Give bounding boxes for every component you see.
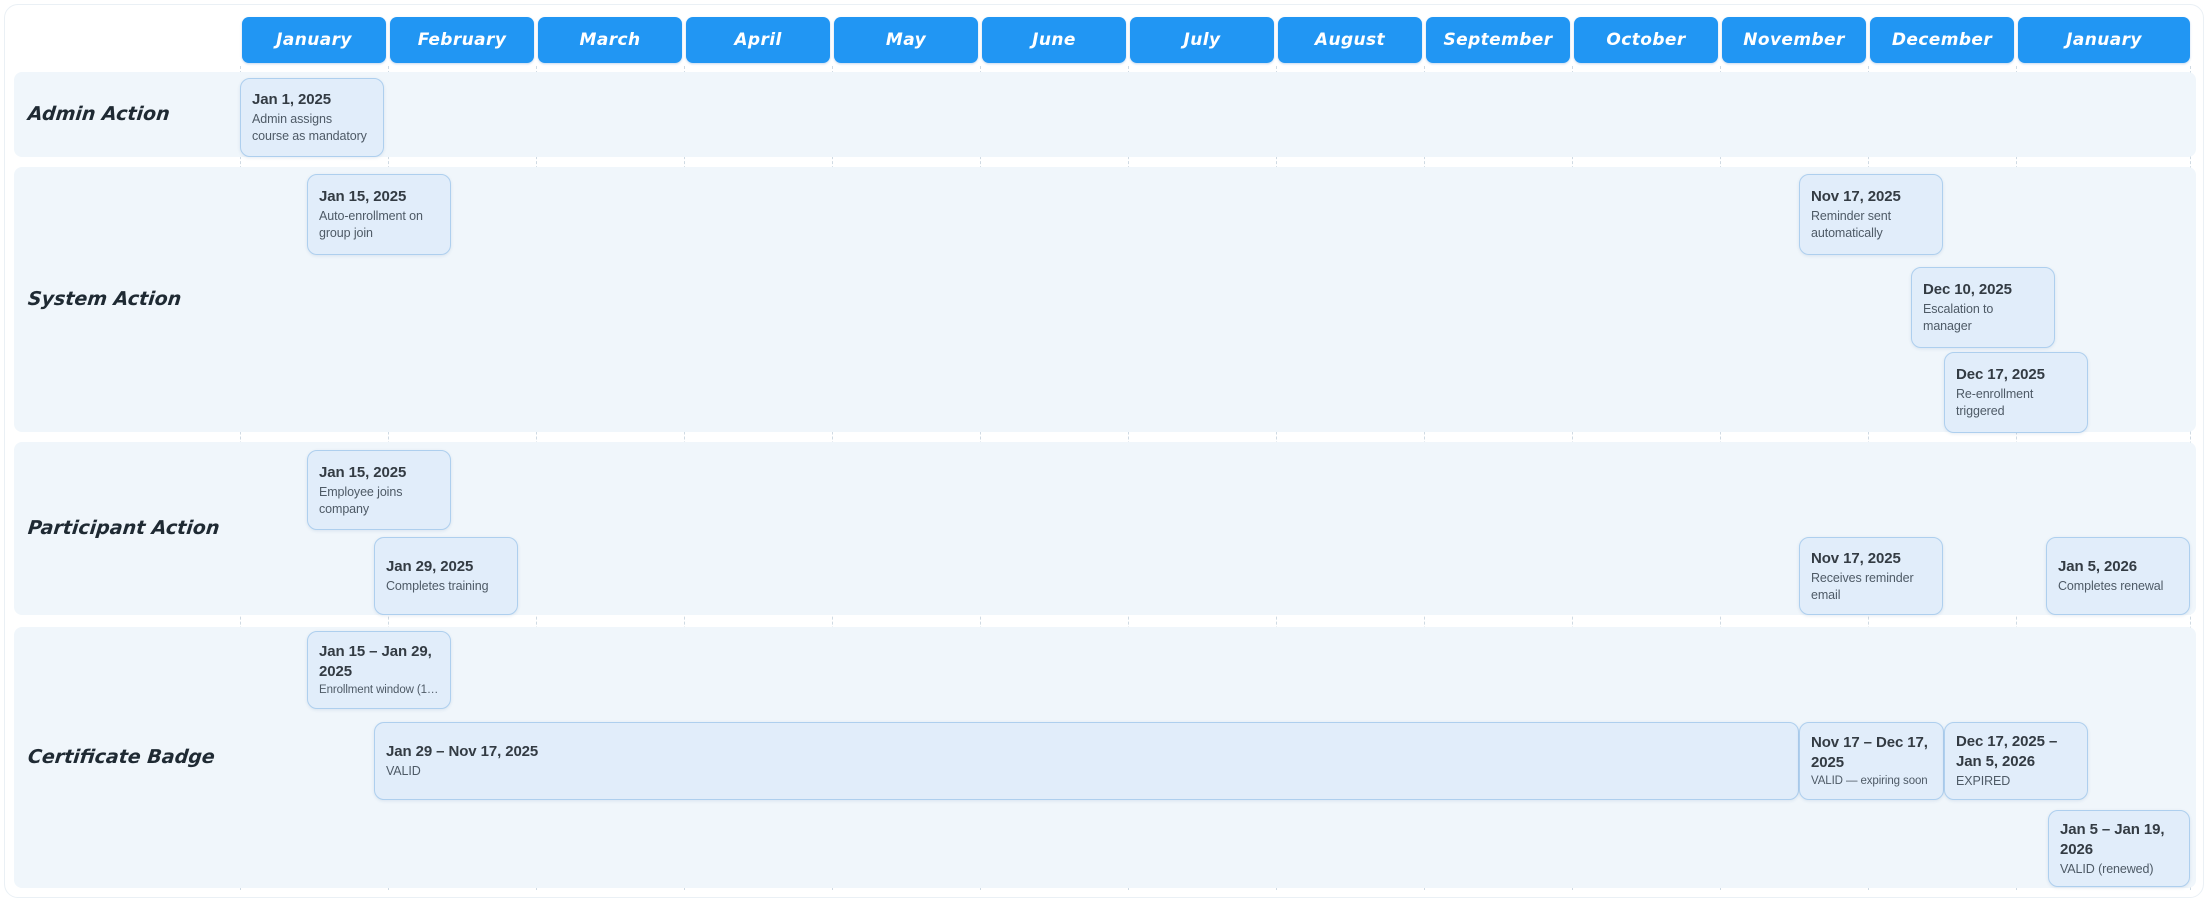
event-description: VALID — expiring soon xyxy=(1811,774,1932,789)
event-date: Dec 17, 2025 – Jan 5, 2026 xyxy=(1956,732,2076,772)
lane-label: Certificate Badge xyxy=(27,746,216,768)
event-card[interactable]: Jan 29 – Nov 17, 2025VALID xyxy=(374,722,1799,800)
event-date: Nov 17, 2025 xyxy=(1811,187,1931,207)
event-card[interactable]: Nov 17, 2025Receives reminder email xyxy=(1799,537,1943,615)
event-description: VALID (renewed) xyxy=(2060,861,2178,878)
event-date: Dec 17, 2025 xyxy=(1956,365,2076,385)
event-card[interactable]: Dec 17, 2025 – Jan 5, 2026EXPIRED xyxy=(1944,722,2088,800)
event-card[interactable]: Jan 5, 2026Completes renewal xyxy=(2046,537,2190,615)
event-date: Nov 17 – Dec 17, 2025 xyxy=(1811,733,1932,773)
event-date: Dec 10, 2025 xyxy=(1923,280,2043,300)
month-header: November xyxy=(1722,17,1866,63)
event-card[interactable]: Jan 29, 2025Completes training xyxy=(374,537,518,615)
month-header: August xyxy=(1278,17,1422,63)
event-date: Jan 29, 2025 xyxy=(386,557,506,577)
month-header: July xyxy=(1130,17,1274,63)
month-header: February xyxy=(390,17,534,63)
month-header: October xyxy=(1574,17,1718,63)
event-date: Jan 29 – Nov 17, 2025 xyxy=(386,742,1787,762)
event-date: Jan 15 – Jan 29, 2025 xyxy=(319,642,439,682)
month-header: January xyxy=(2018,17,2190,63)
event-date: Jan 15, 2025 xyxy=(319,187,439,207)
lane-label: System Action xyxy=(27,288,183,310)
lane-label: Participant Action xyxy=(27,517,221,539)
event-description: Completes renewal xyxy=(2058,578,2178,595)
event-card[interactable]: Dec 10, 2025Escalation to manager xyxy=(1911,267,2055,348)
event-description: EXPIRED xyxy=(1956,773,2076,790)
event-description: Receives reminder email xyxy=(1811,570,1931,604)
month-header: September xyxy=(1426,17,1570,63)
lane-label: Admin Action xyxy=(27,103,171,125)
event-card[interactable]: Nov 17, 2025Reminder sent automatically xyxy=(1799,174,1943,255)
event-card[interactable]: Jan 15, 2025Auto-enrollment on group joi… xyxy=(307,174,451,255)
event-date: Jan 5 – Jan 19, 2026 xyxy=(2060,820,2178,860)
event-date: Jan 15, 2025 xyxy=(319,463,439,483)
event-description: Auto-enrollment on group join xyxy=(319,208,439,242)
event-description: Completes training xyxy=(386,578,506,595)
month-header: April xyxy=(686,17,830,63)
event-card[interactable]: Dec 17, 2025Re-enrollment triggered xyxy=(1944,352,2088,433)
event-date: Jan 5, 2026 xyxy=(2058,557,2178,577)
event-description: Employee joins company xyxy=(319,484,439,518)
event-date: Nov 17, 2025 xyxy=(1811,549,1931,569)
event-card[interactable]: Jan 1, 2025Admin assigns course as manda… xyxy=(240,78,384,157)
event-description: Re-enrollment triggered xyxy=(1956,386,2076,420)
event-description: Admin assigns course as mandatory xyxy=(252,111,372,145)
month-header: June xyxy=(982,17,1126,63)
event-card[interactable]: Jan 15, 2025Employee joins company xyxy=(307,450,451,530)
month-header: March xyxy=(538,17,682,63)
month-header: January xyxy=(242,17,386,63)
event-description: VALID xyxy=(386,763,1787,780)
event-card[interactable]: Jan 15 – Jan 29, 2025Enrollment window (… xyxy=(307,631,451,709)
event-description: Enrollment window (1… xyxy=(319,683,439,698)
event-card[interactable]: Jan 5 – Jan 19, 2026VALID (renewed) xyxy=(2048,810,2190,887)
month-header: December xyxy=(1870,17,2014,63)
event-date: Jan 1, 2025 xyxy=(252,90,372,110)
event-description: Reminder sent automatically xyxy=(1811,208,1931,242)
event-description: Escalation to manager xyxy=(1923,301,2043,335)
enrollment-timeline: Admin Action Jan 1, 2025Admin assigns cou… xyxy=(0,0,2209,904)
event-card[interactable]: Nov 17 – Dec 17, 2025VALID — expiring so… xyxy=(1799,722,1944,800)
month-header: May xyxy=(834,17,978,63)
